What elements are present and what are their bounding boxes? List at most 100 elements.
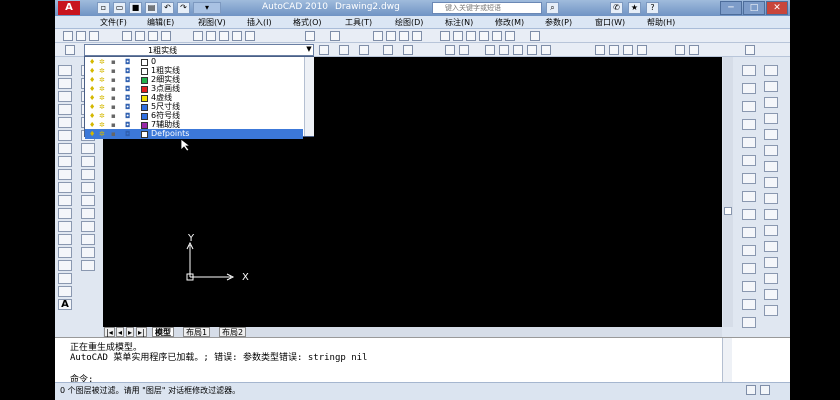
- qnew-icon[interactable]: [63, 31, 73, 41]
- lightbulb-on-icon[interactable]: ♦: [89, 85, 96, 93]
- 3d-print-icon[interactable]: [161, 31, 171, 41]
- menu-modify[interactable]: 修改(M): [495, 17, 524, 28]
- layer-states-icon[interactable]: [383, 45, 393, 55]
- ellipse-icon[interactable]: [58, 182, 72, 193]
- clean-screen-icon[interactable]: [746, 385, 756, 395]
- dim-arc-side-icon[interactable]: [764, 97, 778, 108]
- layer-color-swatch[interactable]: [141, 59, 148, 66]
- snap-extension-icon[interactable]: [742, 137, 756, 148]
- layer-combo[interactable]: [84, 44, 314, 56]
- open-file-icon[interactable]: ▭: [113, 2, 126, 14]
- sun-thaw-icon[interactable]: ✲: [99, 76, 106, 84]
- sheet-set-icon[interactable]: [479, 31, 489, 41]
- plot-preview-icon[interactable]: [135, 31, 145, 41]
- dim-linear-side-icon[interactable]: [764, 65, 778, 76]
- lightbulb-on-icon[interactable]: ♦: [89, 76, 96, 84]
- rotate-icon[interactable]: [81, 143, 95, 154]
- menu-dimension[interactable]: 标注(N): [445, 17, 473, 28]
- layer-row-8[interactable]: ♦ ✲ ▪ ◘ Defpoints: [85, 129, 303, 139]
- quick-dim-side-icon[interactable]: [764, 193, 778, 204]
- save-toolbar-icon[interactable]: [89, 31, 99, 41]
- viewport-freeze-icon[interactable]: ▪: [111, 67, 118, 75]
- tolerance-icon[interactable]: [623, 45, 633, 55]
- zoom-previous-icon[interactable]: [412, 31, 422, 41]
- lightbulb-on-icon[interactable]: ♦: [89, 112, 96, 120]
- autocad-logo-icon[interactable]: A: [58, 1, 80, 15]
- new-file-icon[interactable]: ▫: [97, 2, 110, 14]
- fillet-icon[interactable]: [81, 247, 95, 258]
- pan-icon[interactable]: [373, 31, 383, 41]
- quickcalc-icon[interactable]: [505, 31, 515, 41]
- snap-none-icon[interactable]: [742, 299, 756, 310]
- construction-line-icon[interactable]: [58, 78, 72, 89]
- scale-icon[interactable]: [81, 156, 95, 167]
- rectangle-icon[interactable]: [58, 117, 72, 128]
- layer-color-swatch[interactable]: [141, 122, 148, 129]
- tab-nav-next[interactable]: ▸: [126, 327, 135, 337]
- dim-diameter-side-icon[interactable]: [764, 161, 778, 172]
- toolbar-lock-icon[interactable]: [760, 385, 770, 395]
- hatch-icon[interactable]: [58, 247, 72, 258]
- help-icon[interactable]: ?: [646, 2, 659, 14]
- viewport-freeze-icon[interactable]: ▪: [111, 103, 118, 111]
- viewport-freeze-icon[interactable]: ▪: [111, 121, 118, 129]
- search-input[interactable]: 键入关键字或短语: [432, 2, 542, 14]
- maximize-button[interactable]: □: [743, 1, 765, 15]
- menu-tools[interactable]: 工具(T): [345, 17, 372, 28]
- sun-thaw-icon[interactable]: ✲: [99, 121, 106, 129]
- unlock-icon[interactable]: ◘: [125, 103, 132, 111]
- star-favorites-icon[interactable]: ★: [628, 2, 641, 14]
- ellipse-arc-icon[interactable]: [58, 195, 72, 206]
- dim-baseline-side-icon[interactable]: [764, 209, 778, 220]
- plot-icon[interactable]: [122, 31, 132, 41]
- sun-thaw-icon[interactable]: ✲: [99, 112, 106, 120]
- tab-nav-first[interactable]: |◂: [104, 327, 115, 337]
- trim-icon[interactable]: [81, 182, 95, 193]
- dim-aligned-side-icon[interactable]: [764, 81, 778, 92]
- lightbulb-on-icon[interactable]: ♦: [89, 121, 96, 129]
- multiline-text-icon[interactable]: A: [58, 299, 72, 310]
- open-icon[interactable]: [76, 31, 86, 41]
- polyline-icon[interactable]: [58, 91, 72, 102]
- snap-intersection-icon[interactable]: [742, 119, 756, 130]
- redo-toolbar-icon[interactable]: [330, 31, 340, 41]
- tab-nav-last[interactable]: ▸|: [136, 327, 147, 337]
- command-scrollbar[interactable]: [722, 338, 732, 382]
- lightbulb-on-icon[interactable]: ♦: [89, 94, 96, 102]
- dim-space-side-icon[interactable]: [764, 241, 778, 252]
- layer-manager-icon[interactable]: [65, 45, 75, 55]
- sun-thaw-icon[interactable]: ✲: [99, 94, 106, 102]
- design-center-icon[interactable]: [453, 31, 463, 41]
- snap-endpoint-icon[interactable]: [742, 83, 756, 94]
- snap-insert-icon[interactable]: [742, 245, 756, 256]
- lightbulb-on-icon[interactable]: ♦: [89, 130, 96, 138]
- match-properties-icon[interactable]: [232, 31, 242, 41]
- lightbulb-on-icon[interactable]: ♦: [89, 58, 96, 66]
- dim-continue-icon[interactable]: [609, 45, 619, 55]
- layer-color-swatch[interactable]: [141, 68, 148, 75]
- viewport-freeze-icon[interactable]: ▪: [111, 94, 118, 102]
- center-mark-icon[interactable]: [637, 45, 647, 55]
- dim-baseline-icon[interactable]: [595, 45, 605, 55]
- tool-palettes-icon[interactable]: [466, 31, 476, 41]
- snap-center-icon[interactable]: [742, 155, 756, 166]
- cut-icon[interactable]: [193, 31, 203, 41]
- undo-icon[interactable]: ↶: [161, 2, 174, 14]
- scroll-thumb[interactable]: [724, 207, 732, 215]
- snap-midpoint-icon[interactable]: [742, 101, 756, 112]
- vertical-scrollbar[interactable]: [723, 57, 733, 327]
- dim-style-icon[interactable]: [745, 45, 755, 55]
- redo-icon[interactable]: ↷: [177, 2, 190, 14]
- line-icon[interactable]: [58, 65, 72, 76]
- block-editor-icon[interactable]: [245, 31, 255, 41]
- menu-draw[interactable]: 绘图(D): [395, 17, 423, 28]
- dim-aligned-icon[interactable]: [459, 45, 469, 55]
- snap-perpendicular-icon[interactable]: [742, 209, 756, 220]
- layer-color-swatch[interactable]: [141, 86, 148, 93]
- tab-nav-prev[interactable]: ◂: [116, 327, 125, 337]
- layer-color-swatch[interactable]: [141, 77, 148, 84]
- menu-help[interactable]: 帮助(H): [647, 17, 675, 28]
- stretch-icon[interactable]: [81, 169, 95, 180]
- layer-color-swatch[interactable]: [141, 113, 148, 120]
- layer-match-icon[interactable]: [359, 45, 369, 55]
